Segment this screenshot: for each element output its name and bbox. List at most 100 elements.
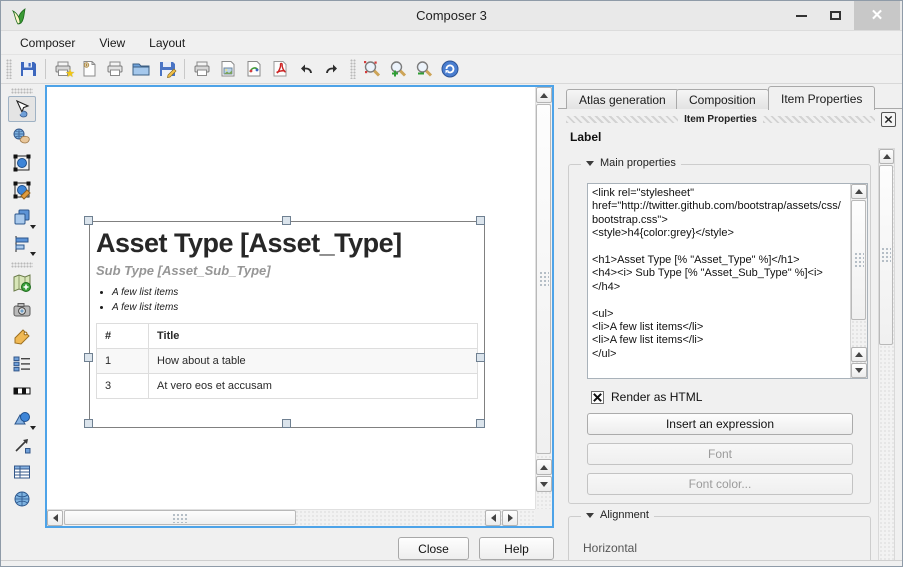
tab-atlas-generation[interactable]: Atlas generation bbox=[566, 89, 679, 109]
align-selected-items-icon[interactable] bbox=[8, 231, 36, 257]
toolbar-drag-handle[interactable] bbox=[350, 59, 356, 79]
page-setup-icon[interactable] bbox=[102, 57, 128, 81]
selection-handle[interactable] bbox=[84, 419, 93, 428]
scroll-down-button[interactable] bbox=[851, 363, 867, 378]
export-as-image-icon[interactable] bbox=[215, 57, 241, 81]
select-move-item-icon[interactable] bbox=[8, 96, 36, 122]
insert-expression-button[interactable]: Insert an expression bbox=[587, 413, 853, 435]
maximize-button[interactable] bbox=[820, 1, 850, 30]
selection-handle[interactable] bbox=[476, 353, 485, 362]
edit-nodes-item-icon[interactable] bbox=[8, 177, 36, 203]
font-button[interactable]: Font bbox=[587, 443, 853, 465]
label-item[interactable]: Asset Type [Asset_Type] Sub Type [Asset_… bbox=[89, 221, 485, 428]
scroll-left-button[interactable] bbox=[47, 510, 63, 526]
scrollbar-thumb[interactable] bbox=[851, 200, 866, 320]
alignment-title: Alignment bbox=[600, 509, 649, 521]
toolbar-separator bbox=[184, 59, 185, 79]
menu-view[interactable]: View bbox=[90, 33, 134, 53]
toolbar-drag-handle[interactable] bbox=[6, 59, 12, 79]
window-title: Composer 3 bbox=[1, 8, 902, 23]
scrollbar-thumb[interactable] bbox=[64, 510, 296, 525]
duplicate-composer-icon[interactable] bbox=[76, 57, 102, 81]
toolbar-drag-handle[interactable] bbox=[11, 88, 33, 94]
close-button[interactable]: Close bbox=[398, 537, 469, 560]
zoom-full-icon[interactable] bbox=[359, 57, 385, 81]
table-cell: At vero eos et accusam bbox=[149, 374, 478, 399]
html-source-text[interactable]: <link rel="stylesheet" href="http://twit… bbox=[588, 184, 850, 378]
alignment-legend[interactable]: Alignment bbox=[581, 509, 654, 521]
render-as-html-checkbox[interactable] bbox=[591, 391, 604, 404]
zoom-in-icon[interactable] bbox=[385, 57, 411, 81]
font-color-button[interactable]: Font color... bbox=[587, 473, 853, 495]
scroll-up-button[interactable] bbox=[851, 347, 867, 362]
toolbar-drag-handle[interactable] bbox=[11, 262, 33, 268]
composition-canvas[interactable]: Asset Type [Asset_Type] Sub Type [Asset_… bbox=[45, 85, 554, 528]
add-basic-shape-icon[interactable] bbox=[8, 405, 36, 431]
close-window-button[interactable]: ✕ bbox=[854, 1, 900, 30]
add-html-frame-icon[interactable] bbox=[8, 486, 36, 512]
undo-icon[interactable] bbox=[293, 57, 319, 81]
export-as-svg-icon[interactable] bbox=[241, 57, 267, 81]
zoom-item-content-icon[interactable] bbox=[8, 150, 36, 176]
editor-vertical-scrollbar[interactable] bbox=[850, 184, 867, 378]
scrollbar-thumb[interactable] bbox=[536, 104, 551, 454]
main-properties-legend[interactable]: Main properties bbox=[581, 157, 681, 169]
save-as-template-icon[interactable] bbox=[154, 57, 180, 81]
dock-titlebar-texture bbox=[566, 116, 678, 123]
add-new-legend-icon[interactable] bbox=[8, 351, 36, 377]
refresh-view-icon[interactable] bbox=[437, 57, 463, 81]
table-header-cell: # bbox=[97, 324, 149, 349]
tab-composition[interactable]: Composition bbox=[676, 89, 769, 109]
minimize-button[interactable] bbox=[786, 1, 816, 30]
menu-layout[interactable]: Layout bbox=[140, 33, 194, 53]
selection-handle[interactable] bbox=[282, 216, 291, 225]
scroll-up-button[interactable] bbox=[536, 87, 552, 103]
add-new-scalebar-icon[interactable] bbox=[8, 378, 36, 404]
menu-composer[interactable]: Composer bbox=[11, 33, 84, 53]
add-attribute-table-icon[interactable] bbox=[8, 459, 36, 485]
label-subheading: Sub Type [Asset_Sub_Type] bbox=[96, 263, 478, 278]
selection-handle[interactable] bbox=[476, 216, 485, 225]
paper-page[interactable]: Asset Type [Asset_Type] Sub Type [Asset_… bbox=[47, 87, 535, 509]
raise-selected-items-icon[interactable] bbox=[8, 204, 36, 230]
scrollbar-thumb[interactable] bbox=[879, 165, 893, 345]
add-new-map-icon[interactable] bbox=[8, 270, 36, 296]
add-arrow-icon[interactable] bbox=[8, 432, 36, 458]
scroll-down-button[interactable] bbox=[536, 476, 552, 492]
export-as-pdf-icon[interactable] bbox=[267, 57, 293, 81]
scroll-left-button[interactable] bbox=[485, 510, 501, 526]
print-icon[interactable] bbox=[189, 57, 215, 81]
save-project-icon[interactable] bbox=[15, 57, 41, 81]
tab-item-properties[interactable]: Item Properties bbox=[768, 86, 875, 110]
item-type-title: Label bbox=[570, 130, 601, 144]
add-new-label-icon[interactable] bbox=[8, 324, 36, 350]
main-toolbar: ★ bbox=[1, 55, 902, 84]
dropdown-arrow-icon bbox=[30, 225, 36, 229]
zoom-out-icon[interactable] bbox=[411, 57, 437, 81]
scroll-up-button[interactable] bbox=[879, 149, 894, 164]
scroll-up-button[interactable] bbox=[536, 459, 552, 475]
render-as-html-label: Render as HTML bbox=[611, 390, 702, 404]
horizontal-label: Horizontal bbox=[583, 541, 637, 555]
add-image-icon[interactable] bbox=[8, 297, 36, 323]
html-source-editor[interactable]: <link rel="stylesheet" href="http://twit… bbox=[587, 183, 868, 379]
canvas-vertical-scrollbar[interactable] bbox=[535, 87, 552, 509]
help-button[interactable]: Help bbox=[479, 537, 554, 560]
selection-handle[interactable] bbox=[84, 353, 93, 362]
selection-handle[interactable] bbox=[84, 216, 93, 225]
scroll-right-button[interactable] bbox=[502, 510, 518, 526]
dock-titlebar[interactable]: Item Properties bbox=[560, 112, 902, 127]
dock-titlebar-texture bbox=[763, 116, 875, 123]
scroll-up-button[interactable] bbox=[851, 184, 867, 199]
redo-icon[interactable] bbox=[319, 57, 345, 81]
selection-handle[interactable] bbox=[476, 419, 485, 428]
panel-vertical-scrollbar[interactable] bbox=[878, 148, 895, 567]
composer-window: Composer 3 ✕ Composer View Layout ★ bbox=[0, 0, 903, 567]
load-from-template-icon[interactable] bbox=[128, 57, 154, 81]
star-badge-icon: ★ bbox=[65, 69, 75, 80]
canvas-horizontal-scrollbar[interactable] bbox=[47, 509, 535, 526]
dock-close-button[interactable] bbox=[881, 112, 896, 127]
new-composer-icon[interactable]: ★ bbox=[50, 57, 76, 81]
move-item-content-icon[interactable] bbox=[8, 123, 36, 149]
selection-handle[interactable] bbox=[282, 419, 291, 428]
